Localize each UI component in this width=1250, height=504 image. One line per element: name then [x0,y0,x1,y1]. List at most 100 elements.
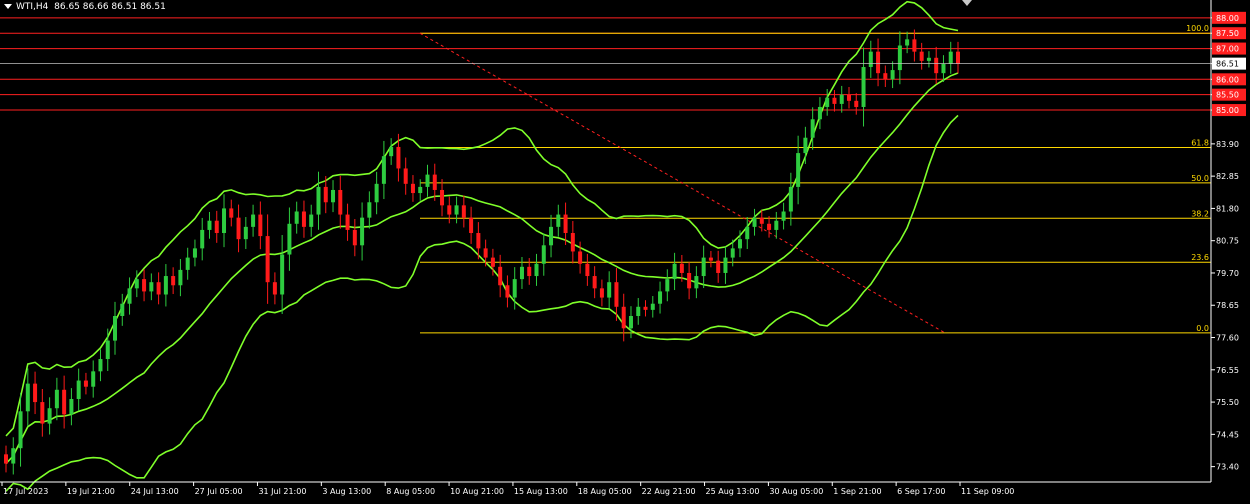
candle-body [469,217,474,234]
candle-body [628,316,633,329]
fib-label: 38.2 [1191,209,1209,218]
candle-body [113,316,118,341]
candle-body [294,211,299,224]
candle-body [236,217,241,240]
y-tick-label: 85.00 [1216,106,1239,115]
candle-body [825,97,830,107]
candle-body [796,153,801,187]
candle-body [360,217,365,246]
candle-body [229,208,234,218]
candle-body [76,380,81,400]
candle-body [701,257,706,277]
candle-body [69,399,74,415]
candle-body [708,257,713,261]
candle-body [621,306,626,329]
candle-body [905,39,910,46]
candle-body [338,189,343,215]
fib-label: 50.0 [1191,174,1209,183]
candle-body [91,371,96,387]
candle-body [868,51,873,68]
candle-body [25,383,30,412]
candle-body [519,266,524,280]
x-tick-label: 30 Aug 05:00 [769,487,823,496]
candle-body [781,211,786,221]
fib-label: 23.6 [1191,253,1209,262]
fib-label: 100.0 [1186,24,1209,33]
price-chart[interactable]: 100.0 61.8 50.0 38.2 23.6 0.0 88.00 87.50 87.00… [0,0,1250,500]
x-tick-label: 6 Sep 17:00 [897,487,945,496]
y-tick-label: 82.85 [1216,172,1239,181]
candle-body [854,100,859,107]
candle-body [716,260,721,273]
candle-body [171,276,176,286]
candle-body [527,266,532,277]
candle-body [461,205,466,218]
candle-body [890,70,895,80]
y-tick-label: 86.51 [1216,60,1239,69]
candle-body [389,146,394,157]
y-tick-label: 86.00 [1216,75,1239,84]
symbol-label: WTI,H4 [16,2,49,12]
candle-body [737,239,742,249]
y-tick-label: 81.80 [1216,204,1239,213]
chart-area[interactable]: 100.0 61.8 50.0 38.2 23.6 0.0 88.00 87.50 87.00… [0,0,1250,500]
candle-body [956,51,960,64]
candle-body [105,340,110,360]
candle-body [723,257,728,273]
candle-body [251,214,256,227]
y-tick-label: 80.75 [1216,237,1239,246]
y-tick-label: 85.50 [1216,91,1239,100]
x-tick-label: 11 Sep 09:00 [961,487,1014,496]
x-tick-label: 17 Jul 2023 [3,487,48,496]
candle-body [367,202,372,218]
candle-body [883,73,888,80]
y-tick-label: 87.00 [1216,45,1239,54]
fib-label: 0.0 [1196,324,1209,333]
candle-body [447,205,452,215]
y-tick-label: 74.45 [1216,430,1239,439]
candle-body [505,285,510,298]
candle-body [607,282,612,298]
candle-body [767,223,772,230]
collapse-triangle-icon[interactable] [4,4,12,9]
x-tick-label: 24 Jul 13:00 [131,487,179,496]
candle-body [178,269,183,286]
candle-body [774,220,779,230]
candle-body [316,186,321,215]
candle-body [192,248,197,258]
candle-body [265,236,270,283]
candle-body [934,57,939,74]
candle-body [759,217,764,224]
candle-body [483,248,488,258]
candle-body [54,389,59,409]
y-tick-label: 76.55 [1216,366,1239,375]
candle-body [643,306,648,310]
candle-body [570,233,575,252]
y-tick-label: 88.00 [1216,14,1239,23]
candle-body [47,408,52,424]
chart-shift-marker-icon[interactable] [962,0,972,6]
y-tick-label: 78.65 [1216,301,1239,310]
candle-body [512,279,517,298]
candle-body [876,51,881,74]
candle-body [679,263,684,273]
candle-body [403,168,408,184]
candle-body [374,183,379,203]
candle-body [134,279,139,289]
candle-body [658,291,663,304]
candle-body [345,214,350,230]
candle-body [331,189,336,203]
candle-body [788,186,793,212]
y-tick-label: 75.50 [1216,398,1239,407]
candle-body [665,279,670,292]
candle-body [476,233,481,249]
candle-body [592,276,597,289]
candle-body [142,279,147,292]
x-tick-label: 18 Aug 05:00 [578,487,632,496]
candle-body [425,174,430,187]
candle-body [730,248,735,258]
candle-body [98,359,103,372]
candle-body [410,183,415,194]
candle-body [846,94,851,101]
candle-body [222,208,227,234]
